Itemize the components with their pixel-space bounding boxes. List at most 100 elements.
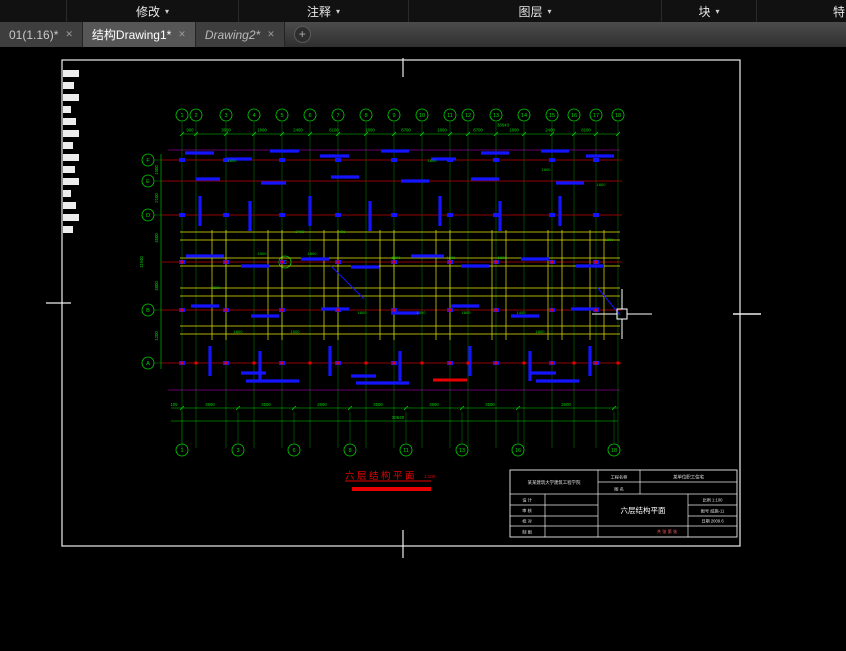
svg-text:18: 18: [615, 113, 621, 119]
svg-text:16: 16: [515, 448, 521, 454]
svg-text:5: 5: [280, 113, 283, 119]
svg-text:1800: 1800: [498, 255, 508, 260]
svg-text:B: B: [146, 308, 150, 314]
svg-text:2600: 2600: [561, 402, 571, 407]
svg-text:12: 12: [465, 113, 471, 119]
svg-text:15: 15: [549, 113, 555, 119]
file-tab-structure-drawing1[interactable]: 结构Drawing1* ✕: [82, 22, 196, 47]
file-tab-label: Drawing2*: [204, 27, 261, 42]
svg-text:6: 6: [308, 113, 311, 119]
svg-text:13: 13: [493, 113, 499, 119]
ribbon-panel-layers[interactable]: 图层 ▾: [409, 0, 662, 22]
svg-text:D: D: [146, 213, 150, 219]
svg-text:3300: 3300: [212, 285, 222, 290]
ribbon-panel-label: 注释: [306, 4, 331, 19]
svg-text:1800: 1800: [447, 255, 457, 260]
svg-text:6: 6: [292, 448, 295, 454]
svg-text:1800: 1800: [392, 255, 402, 260]
svg-text:3500: 3500: [261, 402, 271, 407]
close-icon[interactable]: ✕: [65, 29, 73, 40]
svg-text:10: 10: [419, 113, 425, 119]
svg-text:30640: 30640: [392, 415, 405, 420]
svg-text:1800: 1800: [542, 167, 552, 172]
svg-text:1800: 1800: [308, 251, 318, 256]
file-tab-01-116[interactable]: 01(1.16)* ✕: [0, 22, 83, 47]
svg-text:8: 8: [348, 448, 351, 454]
svg-text:制 图: 制 图: [522, 528, 532, 535]
svg-text:105: 105: [170, 402, 178, 407]
svg-text:11: 11: [447, 113, 453, 119]
svg-text:1500: 1500: [154, 165, 159, 175]
svg-text:1800: 1800: [605, 237, 615, 242]
svg-text:2400: 2400: [545, 128, 555, 133]
svg-text:设 计: 设 计: [522, 497, 532, 504]
svg-text:校 对: 校 对: [522, 518, 532, 525]
svg-text:3500: 3500: [373, 402, 383, 407]
svg-text:E: E: [146, 179, 150, 185]
ribbon-panel-label: 块: [698, 4, 711, 19]
ribbon-panel-row: 修改 ▾ 注释 ▾ 图层 ▾ 块 ▾ 特: [0, 0, 846, 22]
ribbon-panel-annotate[interactable]: 注释 ▾: [239, 0, 409, 22]
ribbon-panel-label: 特: [832, 4, 845, 19]
chevron-down-icon: ▾: [715, 6, 720, 16]
ribbon-panel-label: 图层: [518, 4, 543, 19]
new-tab-button[interactable]: +: [293, 26, 311, 43]
svg-text:8700: 8700: [401, 128, 411, 133]
svg-text:六层结构平面: 六层结构平面: [345, 470, 417, 482]
beam-lines: [180, 230, 620, 340]
svg-text:1: 1: [180, 448, 183, 454]
svg-text:某某建筑大学建筑工程学院: 某某建筑大学建筑工程学院: [528, 479, 581, 486]
svg-text:F: F: [146, 158, 150, 164]
svg-text:1:100: 1:100: [424, 474, 436, 479]
svg-text:1800: 1800: [428, 158, 438, 163]
plus-icon: +: [298, 27, 306, 41]
svg-text:3: 3: [224, 113, 227, 119]
file-tab-label: 01(1.16)*: [9, 27, 59, 42]
svg-text:11940: 11940: [139, 256, 144, 268]
svg-text:日期 2009.6: 日期 2009.6: [701, 519, 724, 525]
svg-text:1800: 1800: [358, 310, 368, 315]
svg-text:1800: 1800: [257, 128, 267, 133]
svg-text:16: 16: [571, 113, 577, 119]
close-icon[interactable]: ✕: [267, 29, 275, 40]
svg-text:8100: 8100: [329, 128, 339, 133]
svg-text:14: 14: [521, 113, 527, 119]
svg-text:38640: 38640: [497, 123, 510, 128]
svg-text:1200: 1200: [154, 331, 159, 341]
svg-text:1800: 1800: [536, 329, 546, 334]
ribbon-spacer: [0, 0, 67, 22]
svg-text:六层结构平面: 六层结构平面: [621, 505, 666, 515]
ribbon-panel-properties[interactable]: 特: [757, 0, 846, 22]
ribbon-panel-block[interactable]: 块 ▾: [662, 0, 757, 22]
crosshair-cursor: [592, 289, 652, 339]
svg-text:9: 9: [392, 113, 395, 119]
svg-text:13: 13: [459, 448, 465, 454]
svg-text:1800: 1800: [597, 182, 607, 187]
svg-text:1800: 1800: [437, 128, 447, 133]
svg-text:1800: 1800: [234, 329, 244, 334]
svg-text:3600: 3600: [205, 402, 215, 407]
svg-text:比例 1:100: 比例 1:100: [702, 497, 723, 504]
svg-text:图 名: 图 名: [614, 486, 624, 493]
file-tab-drawing2[interactable]: Drawing2* ✕: [195, 22, 285, 47]
svg-text:11: 11: [403, 448, 409, 454]
chevron-down-icon: ▾: [547, 6, 552, 16]
svg-text:18: 18: [611, 448, 617, 454]
file-tab-label: 结构Drawing1*: [91, 28, 172, 42]
ribbon-panel-modify[interactable]: 修改 ▾: [67, 0, 239, 22]
chevron-down-icon: ▾: [336, 6, 341, 16]
svg-text:1: 1: [180, 113, 183, 119]
svg-text:2600: 2600: [317, 402, 327, 407]
file-tab-bar: 01(1.16)* ✕ 结构Drawing1* ✕ Drawing2* ✕ +: [0, 22, 846, 47]
svg-text:某单位职工住宅: 某单位职工住宅: [673, 474, 704, 481]
svg-text:审 核: 审 核: [522, 507, 532, 514]
svg-text:2400: 2400: [293, 128, 303, 133]
svg-text:3: 3: [236, 448, 239, 454]
close-icon[interactable]: ✕: [178, 29, 186, 40]
cad-structural-plan: 123456789101112131415161718FEDBAC1368111…: [46, 58, 761, 558]
drawing-canvas[interactable]: 123456789101112131415161718FEDBAC1368111…: [0, 47, 846, 651]
svg-text:3500: 3500: [485, 402, 495, 407]
legend-strip: [63, 70, 79, 233]
svg-text:A: A: [146, 361, 150, 367]
svg-text:17: 17: [593, 113, 599, 119]
